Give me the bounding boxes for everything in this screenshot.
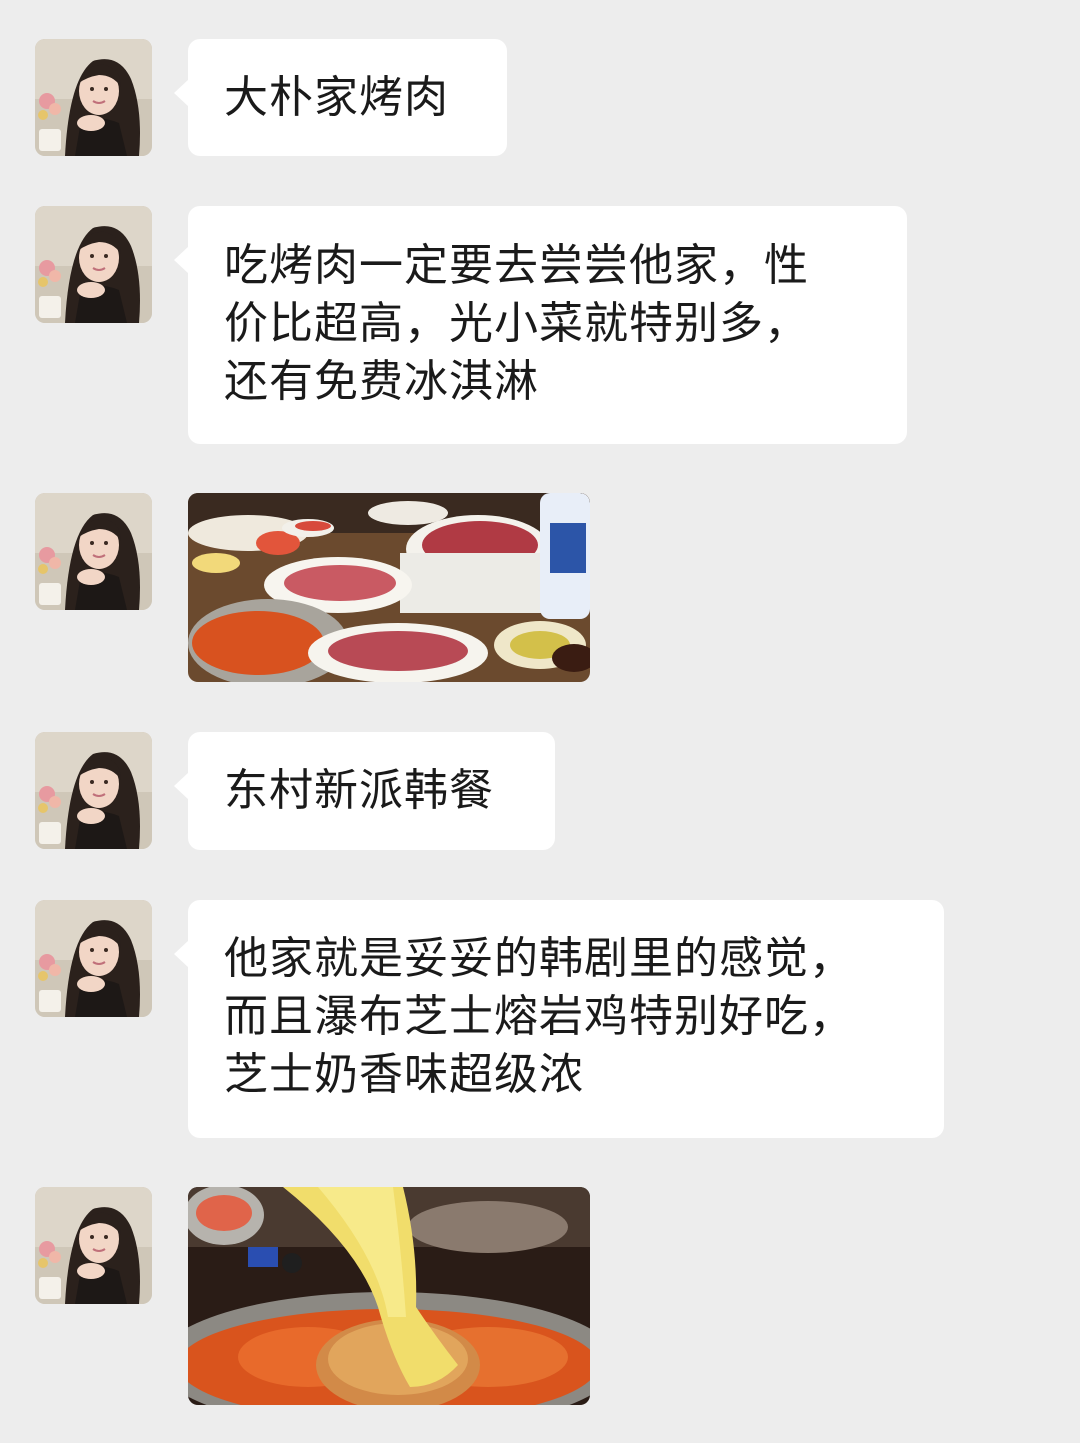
- message-bubble[interactable]: 他家就是妥妥的韩剧里的感觉， 而且瀑布芝士熔岩鸡特别好吃， 芝士奶香味超级浓: [174, 900, 944, 1138]
- girl-portrait-avatar-icon: [35, 39, 152, 156]
- korean-bbq-meat-platter-photo[interactable]: [188, 493, 590, 682]
- avatar[interactable]: [35, 493, 152, 610]
- girl-portrait-avatar-icon: [35, 732, 152, 849]
- girl-portrait-avatar-icon: [35, 493, 152, 610]
- message-bubble[interactable]: 大朴家烤肉: [174, 39, 507, 156]
- girl-portrait-avatar-icon: [35, 1187, 152, 1304]
- message-bubble[interactable]: 吃烤肉一定要去尝尝他家，性 价比超高，光小菜就特别多， 还有免费冰淇淋: [174, 206, 907, 444]
- cheese-lava-chicken-photo[interactable]: [188, 1187, 590, 1405]
- avatar[interactable]: [35, 39, 152, 156]
- avatar[interactable]: [35, 732, 152, 849]
- avatar[interactable]: [35, 900, 152, 1017]
- avatar[interactable]: [35, 1187, 152, 1304]
- girl-portrait-avatar-icon: [35, 206, 152, 323]
- avatar[interactable]: [35, 206, 152, 323]
- message-bubble[interactable]: 东村新派韩餐: [174, 732, 555, 850]
- girl-portrait-avatar-icon: [35, 900, 152, 1017]
